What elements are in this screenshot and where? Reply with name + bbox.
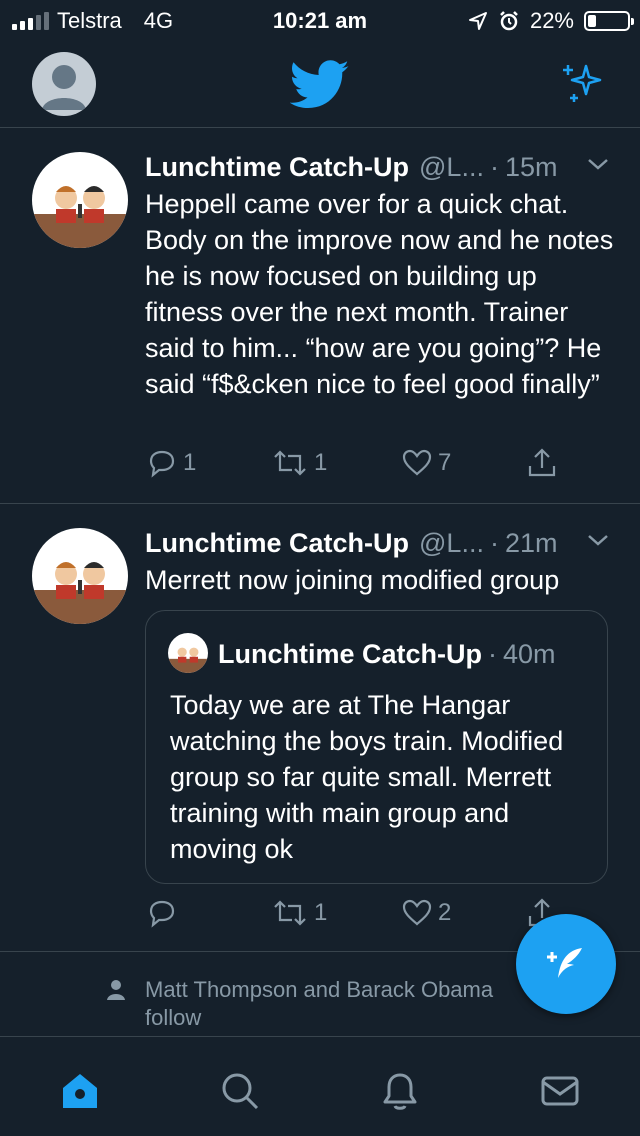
separator-dot: ·: [488, 639, 498, 669]
chevron-down-icon[interactable]: [586, 156, 610, 177]
bottom-tab-bar: [0, 1036, 640, 1136]
author-handle: @L...: [419, 528, 484, 558]
reply-icon: [149, 900, 175, 928]
quoted-text: Today we are at The Hangar watching the …: [170, 690, 564, 864]
share-icon: [528, 448, 556, 477]
share-button[interactable]: [525, 446, 559, 480]
reply-button[interactable]: 1: [145, 446, 196, 480]
reply-count: 1: [183, 449, 197, 476]
status-bar: Telstra 4G 10:21 am 22%: [0, 0, 640, 40]
follow-context-text: Matt Thompson and Barack Obama follow: [145, 977, 494, 1030]
twitter-bird-icon[interactable]: [289, 60, 350, 115]
battery-percent: 22%: [529, 8, 574, 33]
quoted-time: 40m: [503, 639, 556, 669]
retweet-button[interactable]: 1: [270, 446, 327, 480]
sparkle-icon[interactable]: [558, 60, 608, 115]
tweet-author-avatar[interactable]: [32, 528, 128, 624]
tweet-author-avatar[interactable]: [32, 152, 128, 248]
heart-icon: [402, 899, 432, 926]
like-button[interactable]: 7: [400, 446, 451, 480]
battery-fill: [588, 15, 597, 27]
retweet-icon: [274, 900, 306, 926]
home-icon[interactable]: [56, 1067, 104, 1115]
compose-feather-icon: [547, 948, 582, 978]
tweet[interactable]: Lunchtime Catch-Up @L... · 15m Heppell c…: [0, 128, 640, 504]
notifications-icon[interactable]: [376, 1067, 424, 1115]
alarm-icon: [500, 11, 518, 31]
retweet-icon: [274, 450, 306, 476]
author-handle: @L...: [419, 152, 484, 182]
top-nav: [0, 40, 640, 128]
like-count: 7: [438, 449, 452, 476]
tweet-time: 21m: [504, 528, 558, 558]
quoted-author-avatar: [168, 633, 208, 673]
heart-icon: [402, 449, 432, 476]
separator-dot: ·: [489, 528, 499, 558]
retweet-button[interactable]: 1: [270, 896, 327, 930]
tweet-time: 15m: [504, 152, 558, 182]
messages-icon[interactable]: [536, 1067, 584, 1115]
tweet-actions: 1 1 7: [145, 446, 585, 486]
search-icon[interactable]: [216, 1067, 264, 1115]
quoted-tweet[interactable]: Lunchtime Catch-Up · 40m Today we are at…: [145, 610, 608, 884]
chevron-down-icon[interactable]: [586, 532, 610, 553]
tweet[interactable]: Lunchtime Catch-Up @L... · 21m Merrett n…: [0, 504, 640, 952]
person-icon: [106, 978, 126, 1007]
tweet-text: Merrett now joining modified group: [145, 565, 560, 595]
retweet-count: 1: [314, 899, 328, 926]
like-button[interactable]: 2: [400, 896, 451, 930]
author-name[interactable]: Lunchtime Catch-Up: [145, 152, 409, 183]
retweet-count: 1: [314, 449, 328, 476]
like-count: 2: [438, 899, 452, 926]
reply-icon: [149, 450, 175, 478]
author-name[interactable]: Lunchtime Catch-Up: [145, 528, 409, 559]
tweet-text: Heppell came over for a quick chat. Body…: [145, 189, 614, 399]
location-icon: [468, 12, 487, 30]
battery-icon: [584, 11, 634, 31]
tweet-actions: 1 2: [145, 896, 585, 936]
compose-tweet-button[interactable]: [516, 914, 616, 1014]
profile-avatar[interactable]: [32, 52, 96, 116]
reply-button[interactable]: [145, 896, 183, 930]
separator-dot: ·: [489, 152, 499, 182]
quoted-author-name: Lunchtime Catch-Up: [218, 639, 483, 669]
